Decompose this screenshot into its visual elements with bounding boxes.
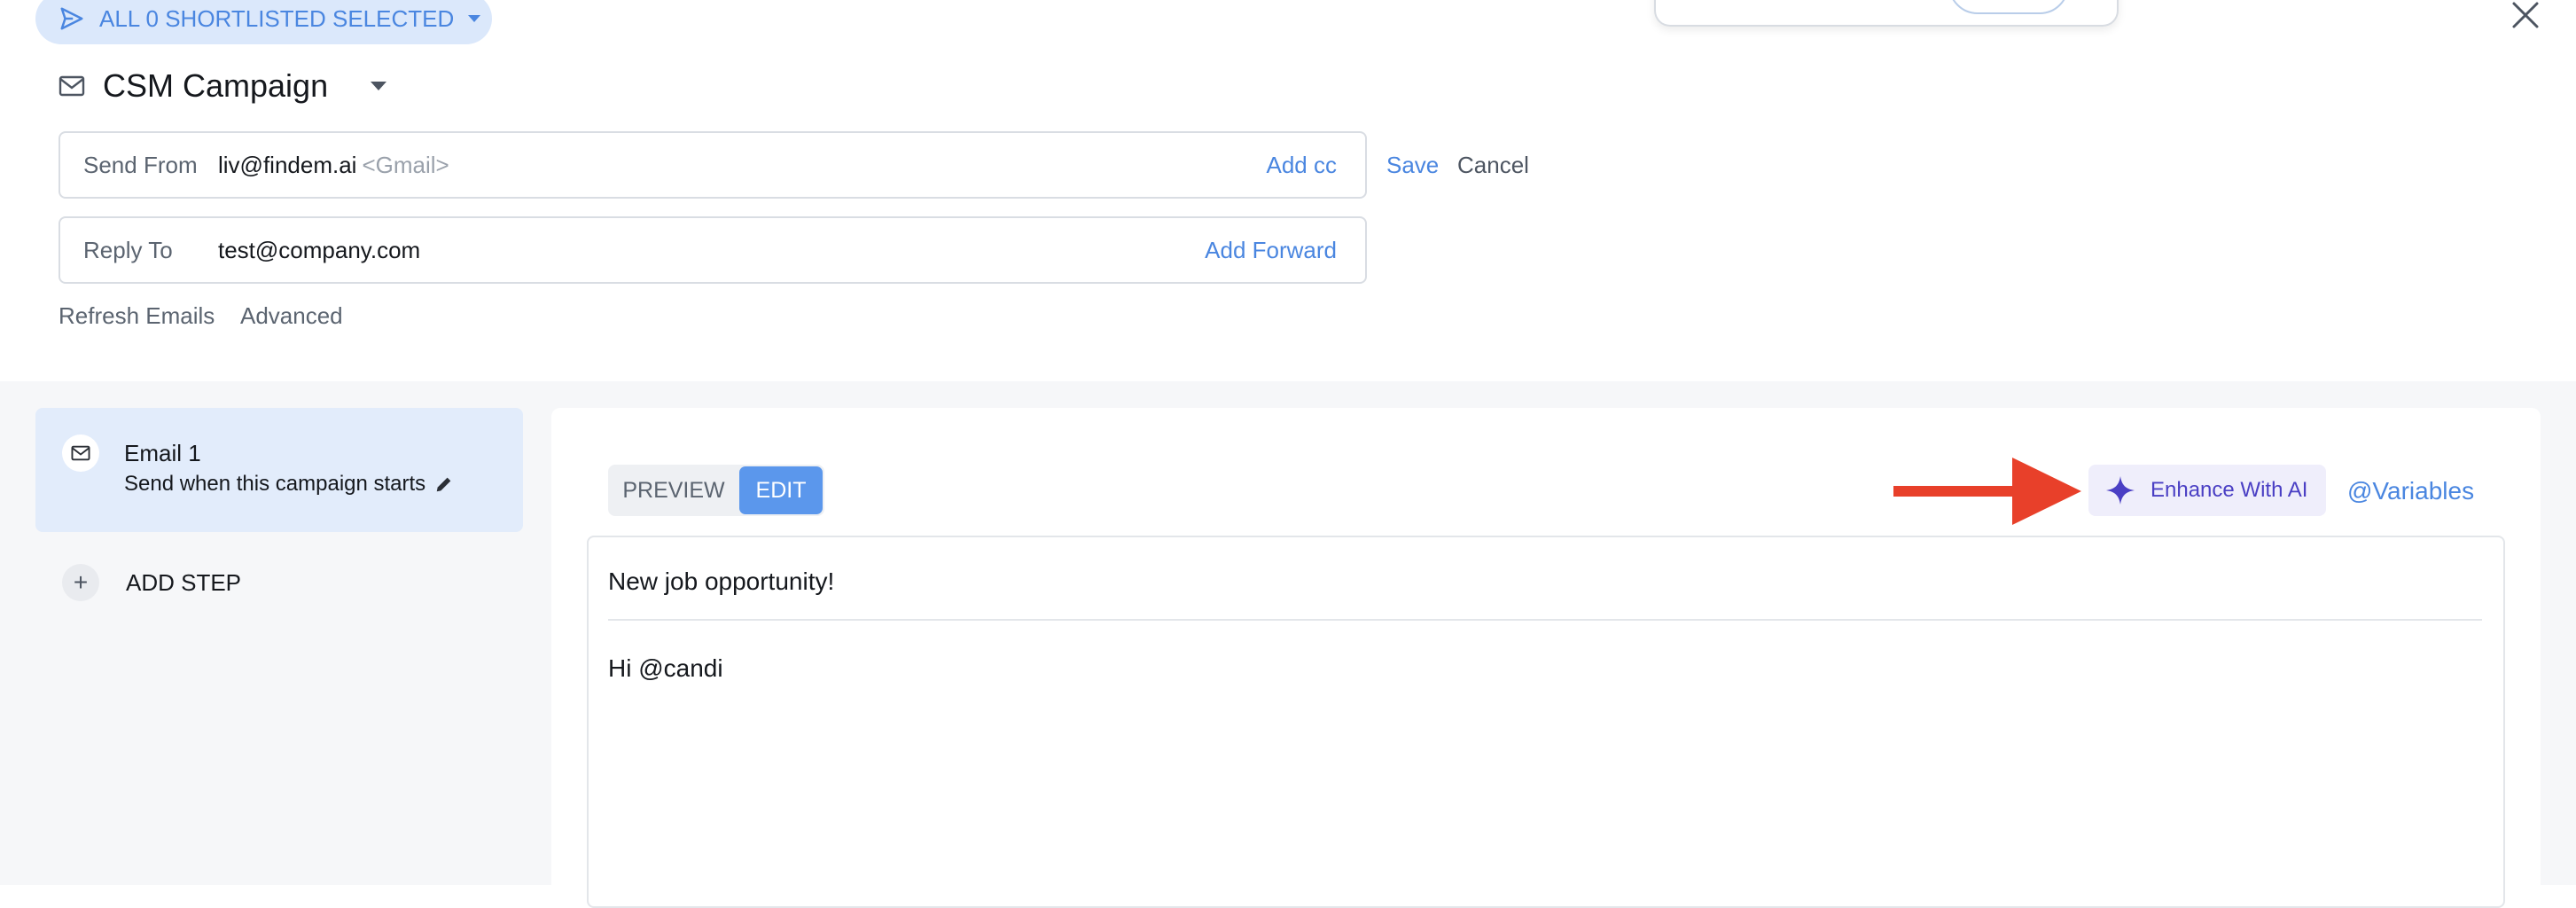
step-trigger: Send when this campaign starts xyxy=(124,472,454,497)
send-from-email: liv@findem.ai xyxy=(218,151,357,178)
body-editor[interactable]: Hi @candi xyxy=(608,654,723,683)
mode-toggle: PREVIEW EDIT xyxy=(608,465,824,516)
step-title: Email 1 xyxy=(124,440,201,466)
save-button[interactable]: Save xyxy=(1386,152,1439,179)
step-icon xyxy=(62,434,99,472)
recipients-selector[interactable]: ALL 0 SHORTLISTED SELECTED xyxy=(35,0,492,44)
send-icon xyxy=(60,7,83,30)
chevron-down-icon[interactable] xyxy=(369,80,388,92)
cancel-button[interactable]: Cancel xyxy=(1457,152,1529,179)
reply-to-label: Reply To xyxy=(83,236,173,263)
recipients-label: ALL 0 SHORTLISTED SELECTED xyxy=(99,4,455,32)
advanced-link[interactable]: Advanced xyxy=(240,302,343,330)
mail-icon xyxy=(71,445,90,461)
add-step-label: ADD STEP xyxy=(126,568,242,596)
sparkle-icon xyxy=(2106,476,2135,505)
add-step-button[interactable]: + ADD STEP xyxy=(62,564,241,601)
reply-to-field[interactable]: Reply To test@company.com Add Forward xyxy=(59,216,1367,284)
reply-to-email: test@company.com xyxy=(218,236,421,263)
send-from-field[interactable]: Send From liv@findem.ai <Gmail> Add cc xyxy=(59,131,1367,199)
chevron-down-icon xyxy=(468,15,481,22)
floating-popover xyxy=(1654,0,2119,27)
step-item-email-1[interactable]: Email 1 Send when this campaign starts xyxy=(35,408,523,532)
step-subtitle: Send when this campaign starts xyxy=(124,472,426,496)
variables-link[interactable]: @Variables xyxy=(2347,477,2474,505)
pencil-icon[interactable] xyxy=(434,474,454,494)
close-icon[interactable] xyxy=(2510,0,2541,30)
add-forward-link[interactable]: Add Forward xyxy=(1205,237,1337,264)
enhance-with-ai-button[interactable]: Enhance With AI xyxy=(2088,465,2326,516)
tab-edit[interactable]: EDIT xyxy=(739,466,823,514)
popover-button[interactable] xyxy=(1948,0,2069,14)
send-from-provider: <Gmail> xyxy=(362,151,449,178)
subject-divider xyxy=(608,619,2482,621)
add-cc-link[interactable]: Add cc xyxy=(1267,152,1338,179)
refresh-emails-link[interactable]: Refresh Emails xyxy=(59,302,215,330)
send-from-label: Send From xyxy=(83,151,198,178)
campaign-title: CSM Campaign xyxy=(103,67,329,104)
annotation-arrow-icon xyxy=(1893,458,2081,525)
tab-preview[interactable]: PREVIEW xyxy=(608,478,739,504)
enhance-label: Enhance With AI xyxy=(2151,478,2308,502)
subject-input[interactable]: New job opportunity! xyxy=(608,568,834,596)
campaign-title-row: CSM Campaign xyxy=(59,67,388,105)
mail-icon xyxy=(59,75,85,97)
plus-icon: + xyxy=(62,564,99,601)
compose-box[interactable] xyxy=(587,536,2505,908)
